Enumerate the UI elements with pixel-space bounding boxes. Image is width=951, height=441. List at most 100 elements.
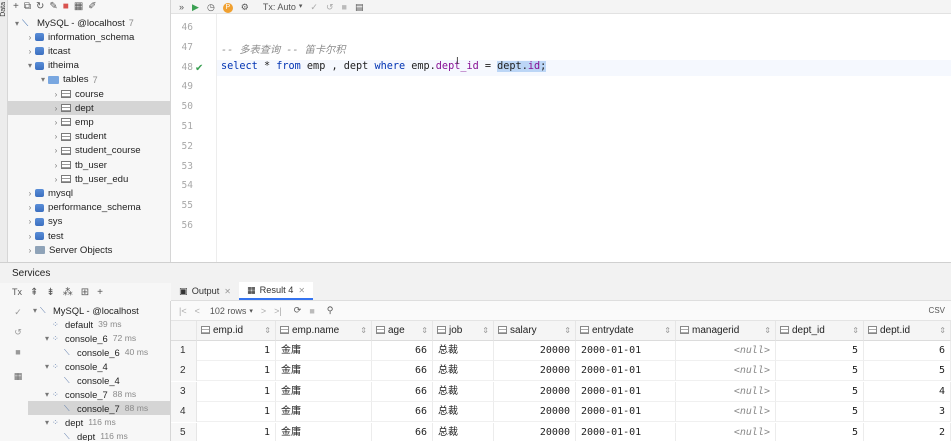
table-cell[interactable]: 2000-01-01 [576, 361, 676, 382]
history-icon[interactable]: ◷ [207, 0, 215, 14]
table-cell[interactable]: <null> [676, 422, 776, 441]
prev-page-icon[interactable]: < [195, 306, 200, 316]
chevron-down-icon[interactable]: ▾ [25, 61, 35, 70]
table-cell[interactable]: 5 [864, 361, 951, 382]
tree-item-itheima[interactable]: ▾ itheima [8, 59, 170, 73]
chevron-down-icon[interactable]: ▾ [249, 307, 253, 315]
add-icon[interactable]: + [13, 0, 19, 14]
table-cell[interactable]: 66 [372, 402, 433, 423]
table-cell[interactable]: 2000-01-01 [576, 341, 676, 361]
chevron-down-icon[interactable]: ▾ [30, 306, 40, 315]
chevron-down-icon[interactable]: ▾ [299, 0, 303, 14]
table-cell[interactable]: <null> [676, 361, 776, 382]
tree-item-tb-user-edu[interactable]: › tb_user_edu [8, 172, 170, 186]
column-header[interactable]: age ⇕ [372, 321, 433, 341]
service-item-dept[interactable]: ▾ ⁘ dept 116 ms [28, 415, 170, 429]
table-icon[interactable]: ▦ [74, 0, 83, 14]
service-item-console-7[interactable]: ▾ ⁘ console_7 88 ms [28, 387, 170, 401]
chevron-right-icon[interactable]: › [51, 175, 61, 184]
table-cell[interactable]: 总裁 [433, 422, 494, 441]
table-cell[interactable]: 总裁 [433, 361, 494, 382]
sort-icon[interactable]: ⇕ [664, 321, 671, 340]
table-cell[interactable]: 20000 [494, 422, 576, 441]
table-view-icon[interactable]: ▤ [355, 0, 364, 14]
sort-icon[interactable]: ⇕ [852, 321, 859, 340]
chevron-down-icon[interactable]: ▾ [42, 390, 52, 399]
row-count-select[interactable]: 102 rows [210, 306, 247, 316]
table-cell[interactable]: 金庸 [276, 381, 372, 402]
first-page-icon[interactable]: |< [179, 306, 187, 316]
tab-output[interactable]: ▣ Output ✕ [171, 282, 239, 300]
table-cell[interactable]: 5 [776, 361, 864, 382]
table-cell[interactable]: 66 [372, 361, 433, 382]
table-cell[interactable]: 2000-01-01 [576, 402, 676, 423]
sort-icon[interactable]: ⇕ [564, 321, 571, 340]
table-cell[interactable]: 20000 [494, 381, 576, 402]
column-header[interactable]: emp.name ⇕ [276, 321, 372, 341]
sort-icon[interactable]: ⇕ [939, 321, 946, 340]
column-header[interactable]: job ⇕ [433, 321, 494, 341]
tree-item-student-course[interactable]: › student_course [8, 144, 170, 158]
service-item-console-6[interactable]: ⟍ console_6 40 ms [28, 345, 170, 359]
run-icon[interactable]: ▶ [192, 0, 199, 14]
table-cell[interactable]: 1 [197, 402, 276, 423]
check-icon[interactable]: ✓ [12, 307, 24, 318]
table-cell[interactable]: 金庸 [276, 361, 372, 382]
service-item-dept[interactable]: ⟍ dept 116 ms [28, 429, 170, 441]
column-header[interactable]: dept_id ⇕ [776, 321, 864, 341]
next-page-icon[interactable]: > [261, 306, 266, 316]
pencil-icon[interactable]: ✐ [88, 0, 96, 14]
table-cell[interactable]: 总裁 [433, 381, 494, 402]
table-cell[interactable]: 金庸 [276, 402, 372, 423]
service-item-mysql-localhost[interactable]: ▾ ⟍ MySQL - @localhost [28, 303, 170, 317]
pin-icon[interactable]: ⚲ [327, 305, 334, 316]
sort-icon[interactable]: ⇕ [264, 321, 271, 340]
chevron-right-icon[interactable]: › [51, 90, 61, 99]
collapse-all-icon[interactable]: ⇞ [30, 287, 38, 298]
column-header[interactable]: managerid ⇕ [676, 321, 776, 341]
table-cell[interactable]: 5 [776, 402, 864, 423]
table-cell[interactable]: <null> [676, 381, 776, 402]
chevron-right-icon[interactable]: › [25, 47, 35, 56]
column-header[interactable]: dept.id ⇕ [864, 321, 951, 341]
tree-item-sys[interactable]: › sys [8, 215, 170, 229]
table-cell[interactable]: 1 [197, 361, 276, 382]
stop-icon[interactable]: ■ [63, 0, 69, 14]
chevron-right-icon[interactable]: › [51, 104, 61, 113]
close-icon[interactable]: ✕ [298, 286, 305, 295]
expand-all-icon[interactable]: ⇟ [46, 287, 54, 298]
table-cell[interactable]: 金庸 [276, 422, 372, 441]
sort-icon[interactable]: ⇕ [360, 321, 367, 340]
table-cell[interactable]: 6 [864, 341, 951, 361]
chevron-down-icon[interactable]: ▾ [38, 75, 48, 84]
edit-icon[interactable]: ✎ [49, 0, 57, 14]
table-cell[interactable]: 2 [864, 422, 951, 441]
table-cell[interactable]: 3 [864, 402, 951, 423]
tx-mode-select[interactable]: Tx: Auto [263, 0, 296, 14]
table-cell[interactable]: 5 [776, 341, 864, 361]
last-page-icon[interactable]: >| [274, 306, 282, 316]
table-cell[interactable]: 20000 [494, 341, 576, 361]
layout-icon[interactable]: ▦ [12, 371, 24, 382]
settings-icon[interactable]: ⚙ [241, 0, 249, 14]
stop-icon[interactable]: ■ [12, 347, 24, 357]
service-item-console-4[interactable]: ⟍ console_4 [28, 373, 170, 387]
tree-item-itcast[interactable]: › itcast [8, 44, 170, 58]
table-cell[interactable]: 20000 [494, 402, 576, 423]
new-tab-icon[interactable]: ⊞ [81, 287, 89, 298]
tree-item-performance-schema[interactable]: › performance_schema [8, 201, 170, 215]
table-cell[interactable]: 1 [197, 422, 276, 441]
tree-item-dept[interactable]: › dept [8, 101, 170, 116]
table-cell[interactable]: 1 [197, 381, 276, 402]
tx-icon[interactable]: Tx [12, 287, 22, 297]
chevron-down-icon[interactable]: ▾ [42, 362, 52, 371]
undo-icon[interactable]: ↺ [12, 327, 24, 338]
table-cell[interactable]: 金庸 [276, 341, 372, 361]
column-header[interactable]: salary ⇕ [494, 321, 576, 341]
chevron-right-icon[interactable]: › [51, 161, 61, 170]
rollback-icon[interactable]: ↺ [326, 0, 334, 14]
column-header[interactable]: emp.id ⇕ [197, 321, 276, 341]
table-cell[interactable]: <null> [676, 402, 776, 423]
chevron-right-icon[interactable]: › [25, 232, 35, 241]
tree-item-course[interactable]: › course [8, 87, 170, 101]
